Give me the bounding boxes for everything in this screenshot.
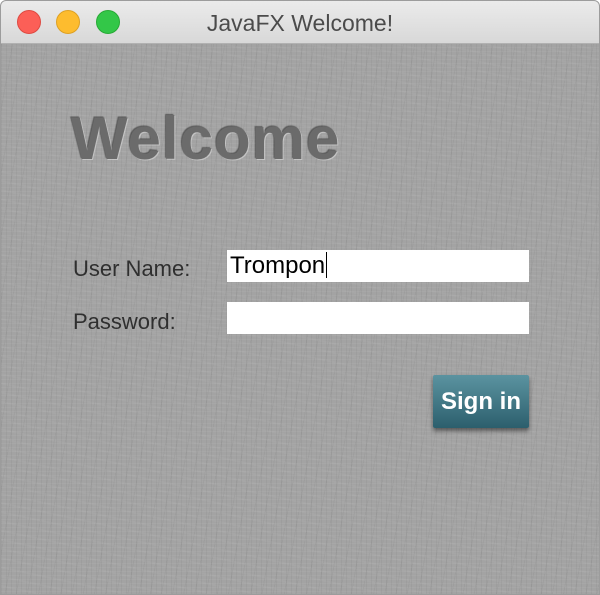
title-bar[interactable]: JavaFX Welcome!	[1, 1, 599, 44]
username-label: User Name:	[73, 256, 191, 281]
window-title: JavaFX Welcome!	[206, 10, 394, 36]
password-field[interactable]	[227, 302, 529, 334]
username-field[interactable]: Trompon	[227, 250, 529, 282]
app-window: JavaFX Welcome! Welcome User Name: Tromp…	[0, 0, 600, 595]
username-value: Trompon	[230, 252, 326, 279]
welcome-heading: Welcome	[71, 105, 341, 172]
password-label: Password:	[73, 309, 176, 334]
text-caret	[326, 252, 328, 279]
sign-in-button[interactable]: Sign in	[433, 375, 529, 428]
